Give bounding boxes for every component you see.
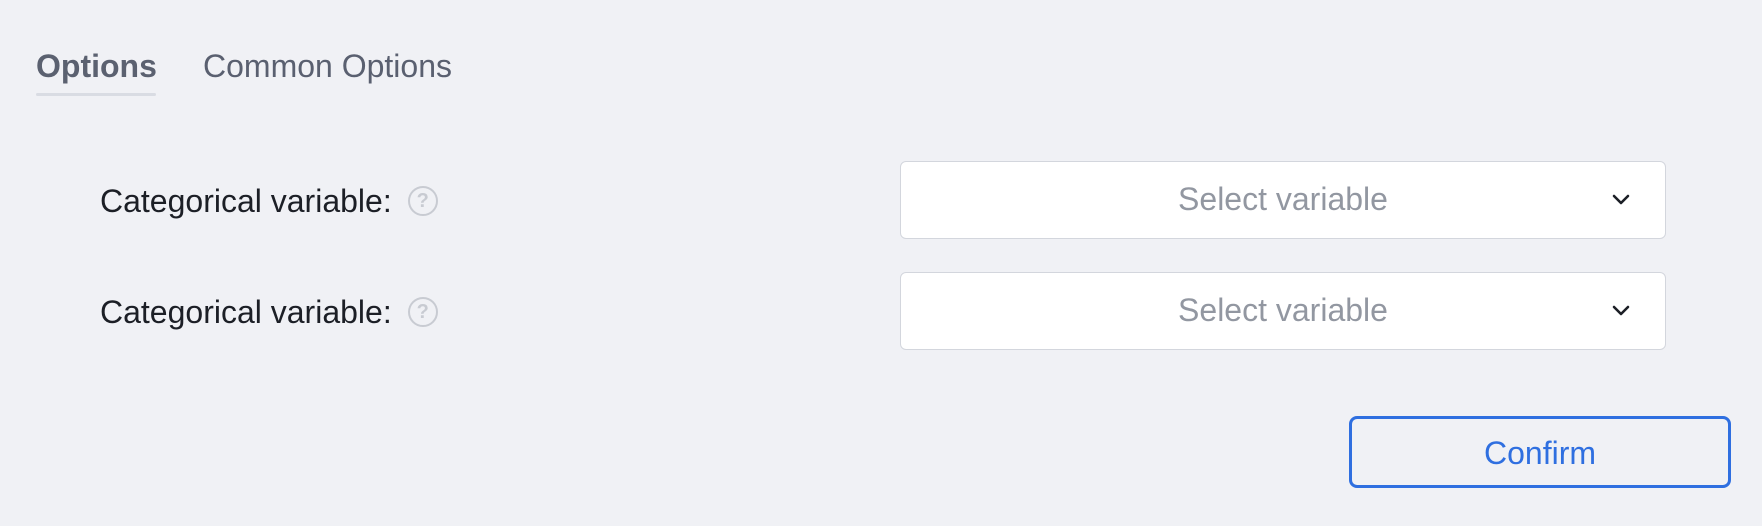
variable-select-2[interactable]: Select variable (900, 272, 1666, 350)
field-label-text: Categorical variable: (100, 182, 392, 219)
confirm-button[interactable]: Confirm (1349, 416, 1731, 488)
chevron-down-icon (1612, 305, 1630, 316)
tab-common-options[interactable]: Common Options (203, 44, 452, 88)
form-row-categorical-variable-1: Categorical variable: ? Select variable (0, 161, 1762, 241)
field-label-text: Categorical variable: (100, 293, 392, 330)
select-placeholder: Select variable (1178, 292, 1388, 328)
active-tab-indicator (36, 93, 156, 96)
question-circle-icon[interactable]: ? (407, 186, 438, 216)
field-label: Categorical variable: ? (100, 161, 438, 241)
variable-select-1[interactable]: Select variable (900, 161, 1666, 239)
chevron-down-icon (1612, 194, 1630, 205)
select-placeholder: Select variable (1178, 181, 1388, 217)
tab-options[interactable]: Options (36, 44, 157, 88)
form-row-categorical-variable-2: Categorical variable: ? Select variable (0, 272, 1762, 352)
question-circle-icon[interactable]: ? (407, 297, 438, 327)
field-label: Categorical variable: ? (100, 272, 438, 352)
